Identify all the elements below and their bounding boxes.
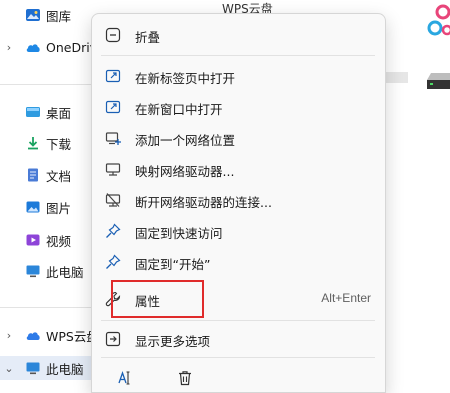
onedrive-cloud-icon (26, 44, 40, 52)
documents-icon (28, 168, 38, 182)
rename-icon[interactable] (116, 369, 134, 387)
nav-item-gallery[interactable]: 图库 (0, 3, 100, 27)
menu-item-pin-quick-access[interactable]: 固定到快速访问 (92, 217, 385, 245)
menu-item-label: 在新窗口中打开 (135, 102, 223, 117)
menu-item-open-new-window[interactable]: 在新窗口中打开 (92, 93, 385, 121)
delete-icon[interactable] (176, 369, 194, 387)
chevron-right-icon[interactable]: › (4, 41, 14, 54)
nav-label: 视频 (46, 233, 72, 249)
menu-item-label: 显示更多选项 (135, 334, 211, 349)
disconnect-network-drive-icon (105, 193, 121, 207)
nav-item-onedrive[interactable]: › OneDrive (0, 35, 105, 59)
context-menu-quick-actions (92, 362, 385, 392)
this-pc-icon (26, 265, 40, 278)
pictures-icon (26, 201, 40, 213)
menu-item-show-more-options[interactable]: 显示更多选项 (92, 325, 385, 353)
menu-item-open-new-tab[interactable]: 在新标签页中打开 (92, 62, 385, 90)
menu-separator (101, 55, 375, 56)
this-pc-icon (26, 362, 40, 375)
desktop-icon (26, 107, 40, 117)
wps-cloud-icon (26, 332, 40, 340)
menu-item-label: 在新标签页中打开 (135, 71, 236, 86)
chevron-down-icon[interactable]: ⌄ (4, 362, 14, 375)
menu-item-label: 断开网络驱动器的连接... (135, 195, 272, 210)
menu-item-label: 折叠 (135, 30, 161, 45)
menu-item-add-network-location[interactable]: 添加一个网络位置 (92, 124, 385, 152)
menu-item-disconnect-network-drive[interactable]: 断开网络驱动器的连接... (92, 186, 385, 214)
download-icon (28, 137, 38, 150)
videos-icon (26, 234, 40, 246)
show-more-options-icon (105, 331, 121, 347)
menu-item-label: 添加一个网络位置 (135, 133, 236, 148)
open-new-tab-icon (105, 69, 121, 83)
pin-icon (106, 223, 121, 238)
nav-label: 图库 (46, 8, 72, 24)
menu-item-label: 映射网络驱动器... (135, 164, 235, 179)
chevron-right-icon[interactable]: › (4, 329, 14, 342)
nav-item-downloads[interactable]: 下载 (0, 131, 100, 155)
nav-divider (0, 84, 100, 85)
nav-item-wps-cloud[interactable]: › WPS云盘 (0, 323, 100, 347)
menu-item-collapse[interactable]: 折叠 (92, 21, 385, 49)
nav-divider (0, 307, 100, 308)
nav-label: 此电脑 (46, 264, 84, 280)
nav-item-documents[interactable]: 文档 (0, 163, 100, 187)
map-network-drive-icon (105, 163, 121, 176)
nav-item-desktop[interactable]: 桌面 (0, 100, 100, 124)
collapse-icon (105, 27, 121, 43)
open-new-window-icon (105, 100, 121, 114)
nav-label: 图片 (46, 200, 72, 216)
annotation-highlight-box (111, 280, 204, 318)
context-menu: 折叠 在新标签页中打开 在新窗口中打开 添加一个网络位置 映射网络驱动器... (91, 13, 386, 393)
pin-icon (106, 254, 121, 269)
add-network-location-icon (105, 132, 121, 145)
menu-item-map-network-drive[interactable]: 映射网络驱动器... (92, 155, 385, 183)
menu-item-label: 固定到“开始” (135, 257, 211, 272)
properties-shortcut: Alt+Enter (321, 291, 371, 305)
app-logo-icon (427, 4, 450, 36)
nav-item-videos[interactable]: 视频 (0, 228, 100, 252)
nav-label: 文档 (46, 168, 72, 184)
nav-item-pictures[interactable]: 图片 (0, 195, 100, 219)
menu-separator (101, 320, 375, 321)
menu-item-label: 固定到快速访问 (135, 226, 223, 241)
drive-icon (427, 73, 450, 89)
menu-separator (101, 357, 375, 358)
nav-item-this-pc[interactable]: 此电脑 (0, 259, 100, 283)
nav-item-this-pc-expanded[interactable]: ⌄ 此电脑 (0, 356, 100, 380)
gallery-icon (26, 9, 40, 21)
nav-label: 下载 (46, 136, 72, 152)
nav-label: 桌面 (46, 105, 72, 121)
capacity-bar (384, 72, 408, 83)
nav-label: 此电脑 (46, 361, 84, 377)
menu-item-pin-start[interactable]: 固定到“开始” (92, 248, 385, 276)
